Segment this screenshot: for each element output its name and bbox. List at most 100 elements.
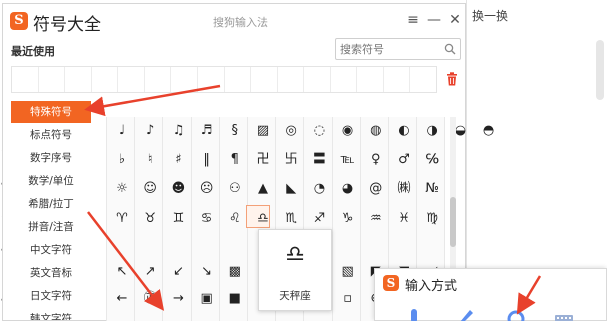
symbol-cell[interactable]: @ bbox=[364, 177, 388, 200]
symbol-cell[interactable]: § bbox=[223, 119, 247, 142]
symbol-cell[interactable]: ♪ bbox=[138, 119, 162, 142]
category-number-sequence[interactable]: 数字序号 bbox=[11, 147, 91, 169]
background-scrollbar[interactable] bbox=[596, 40, 604, 100]
symbol-cell[interactable]: ♒ bbox=[364, 207, 388, 230]
symbol-cell[interactable]: ‖ bbox=[195, 148, 219, 171]
symbol-cell[interactable]: ℅ bbox=[420, 148, 444, 171]
symbol-cell[interactable]: ◑ bbox=[420, 119, 444, 142]
recent-slot[interactable] bbox=[278, 67, 305, 92]
recent-slot[interactable] bbox=[225, 67, 252, 92]
symbol-cell[interactable]: ◍ bbox=[364, 119, 388, 142]
search-box[interactable] bbox=[335, 38, 461, 60]
symbol-cell[interactable]: ♯ bbox=[166, 148, 190, 171]
symbol-cell[interactable]: ♐ bbox=[307, 207, 331, 230]
symbol-cell[interactable]: ℡ bbox=[336, 148, 360, 171]
symbol-cell[interactable]: ♭ bbox=[110, 148, 134, 171]
symbol-cell[interactable]: 卍 bbox=[251, 148, 275, 171]
trash-icon[interactable] bbox=[446, 72, 458, 86]
recent-slot[interactable] bbox=[12, 67, 39, 92]
symbol-cell[interactable]: ◓ bbox=[477, 119, 501, 142]
symbol-cell[interactable]: ↗ bbox=[138, 260, 162, 283]
symbol-cell[interactable]: ♓ bbox=[392, 207, 416, 230]
symbol-cell[interactable]: ♏ bbox=[279, 207, 303, 230]
symbol-cell[interactable]: ← bbox=[110, 287, 134, 310]
symbol-cell[interactable]: № bbox=[420, 177, 444, 200]
symbol-cell[interactable]: ♂ bbox=[392, 148, 416, 171]
symbol-cell[interactable]: ㈱ bbox=[392, 177, 416, 200]
category-english-phonetics[interactable]: 英文音标 bbox=[11, 262, 91, 284]
symbol-cell[interactable]: ♈ bbox=[110, 207, 134, 230]
symbol-cell[interactable]: ☺ bbox=[138, 177, 162, 200]
symbol-cell[interactable]: ◉ bbox=[336, 119, 360, 142]
symbol-cell[interactable]: ¶ bbox=[223, 148, 247, 171]
category-punctuation[interactable]: 标点符号 bbox=[11, 124, 91, 146]
symbol-cell[interactable]: ♫ bbox=[166, 119, 190, 142]
symbol-cell[interactable]: ■ bbox=[223, 287, 247, 310]
recent-slot[interactable] bbox=[410, 67, 436, 92]
symbol-cell[interactable]: ▨ bbox=[251, 119, 275, 142]
symbol-cell[interactable]: ↘ bbox=[195, 260, 219, 283]
category-greek-latin[interactable]: 希腊/拉丁 bbox=[11, 193, 91, 215]
pen-icon[interactable] bbox=[457, 307, 475, 321]
symbol-cell[interactable]: ⚇ bbox=[223, 177, 247, 200]
symbol-cell[interactable]: ♉ bbox=[138, 207, 162, 230]
category-special-symbols[interactable]: 特殊符号 bbox=[11, 101, 91, 123]
search-input[interactable] bbox=[340, 41, 440, 57]
symbol-cell[interactable]: ↖ bbox=[110, 260, 134, 283]
symbol-cell[interactable]: ♌ bbox=[223, 207, 247, 230]
symbol-cell[interactable]: → bbox=[166, 287, 190, 310]
recent-slot[interactable] bbox=[251, 67, 278, 92]
symbol-cell[interactable]: 卐 bbox=[279, 148, 303, 171]
recent-slot[interactable] bbox=[65, 67, 92, 92]
symbol-cell[interactable]: ◔ bbox=[307, 177, 331, 200]
recent-slot[interactable] bbox=[331, 67, 358, 92]
microphone-icon[interactable] bbox=[405, 307, 423, 321]
recent-slot[interactable] bbox=[304, 67, 331, 92]
refresh-link[interactable]: 换一换 bbox=[472, 7, 508, 24]
recent-slot[interactable] bbox=[39, 67, 66, 92]
symbol-cell[interactable]: ◕ bbox=[336, 177, 360, 200]
symbol-cell[interactable]: ♎ bbox=[251, 207, 275, 230]
symbol-cell[interactable]: ◎ bbox=[279, 119, 303, 142]
symbol-cell[interactable]: ☼ bbox=[110, 177, 134, 200]
category-pinyin-zhuyin[interactable]: 拼音/注音 bbox=[11, 216, 91, 238]
symbol-cell[interactable]: ↙ bbox=[166, 260, 190, 283]
symbol-cell[interactable]: ◌ bbox=[307, 119, 331, 142]
symbol-cell[interactable]: ♑ bbox=[336, 207, 360, 230]
symbol-cell[interactable]: ◣ bbox=[279, 177, 303, 200]
circle-icon[interactable] bbox=[507, 307, 525, 321]
close-button[interactable]: ✕ bbox=[445, 10, 465, 30]
recent-slot[interactable] bbox=[198, 67, 225, 92]
symbol-cell[interactable]: ▧ bbox=[336, 260, 360, 283]
symbol-cell[interactable]: ▣ bbox=[195, 287, 219, 310]
recent-slot[interactable] bbox=[171, 67, 198, 92]
symbol-cell[interactable]: ㊣ bbox=[138, 287, 162, 310]
recent-slot[interactable] bbox=[92, 67, 119, 92]
recent-slot[interactable] bbox=[118, 67, 145, 92]
symbol-cell[interactable]: ☻ bbox=[166, 177, 190, 200]
symbol-cell[interactable]: ▫ bbox=[336, 287, 360, 310]
recent-slot[interactable] bbox=[145, 67, 172, 92]
symbol-cell[interactable]: ♬ bbox=[195, 119, 219, 142]
minimize-button[interactable]: — bbox=[424, 10, 444, 30]
title-bar[interactable]: S 符号大全 搜狗输入法 ≡ — ✕ bbox=[3, 4, 465, 38]
grid-scrollbar-thumb[interactable] bbox=[450, 197, 456, 247]
symbol-cell[interactable]: ◐ bbox=[392, 119, 416, 142]
menu-button[interactable]: ≡ bbox=[403, 10, 423, 30]
keyboard-icon[interactable] bbox=[555, 307, 573, 321]
category-japanese[interactable]: 日文字符 bbox=[11, 285, 91, 307]
symbol-cell[interactable]: ♊ bbox=[166, 207, 190, 230]
symbol-cell[interactable]: ♀ bbox=[364, 148, 388, 171]
recent-slot[interactable] bbox=[357, 67, 384, 92]
symbol-cell[interactable]: ☹ bbox=[195, 177, 219, 200]
category-chinese-characters[interactable]: 中文字符 bbox=[11, 239, 91, 261]
symbol-cell[interactable]: ♮ bbox=[138, 148, 162, 171]
category-math-units[interactable]: 数学/单位 bbox=[11, 170, 91, 192]
search-icon[interactable] bbox=[444, 43, 456, 55]
symbol-cell[interactable]: ▩ bbox=[223, 260, 247, 283]
recent-slot[interactable] bbox=[384, 67, 411, 92]
symbol-cell[interactable]: 〓 bbox=[307, 148, 331, 171]
symbol-cell[interactable]: ♋ bbox=[195, 207, 219, 230]
symbol-cell[interactable]: ▲ bbox=[251, 177, 275, 200]
category-korean[interactable]: 韩文字符 bbox=[11, 308, 91, 320]
